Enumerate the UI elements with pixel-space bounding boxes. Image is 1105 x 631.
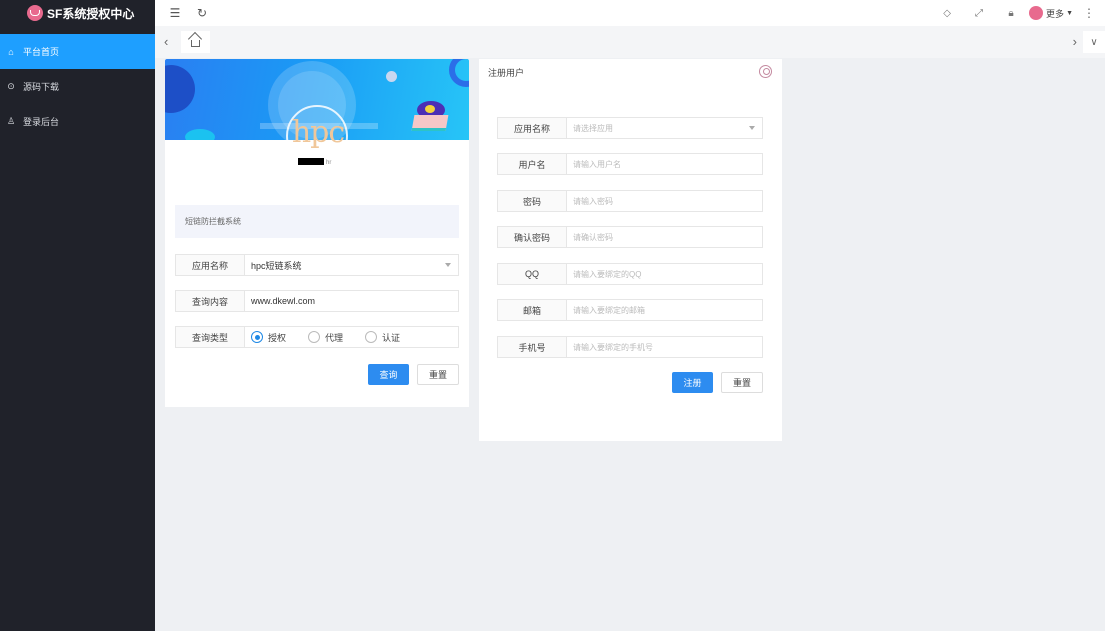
sidebar-item-label: 源码下载 [23,82,60,92]
app-logo: hpc [283,105,351,167]
query-type-radios: 授权 代理 认证 [245,327,458,347]
register-reset-button[interactable]: 重置 [721,372,763,393]
sidebar-item-admin-login[interactable]: ♙ 登录后台 [0,104,155,139]
field-label: QQ [498,264,567,284]
radio-unchecked-icon [365,331,378,343]
tag-icon[interactable]: ◇ [931,8,963,19]
query-type-label: 查询类型 [176,327,245,347]
header-right-tools: ◇ ⤢ 🔒︎ 更多 ▼ ⋮ [931,0,1095,26]
user-icon: ♙ [6,116,16,126]
email-input[interactable]: 请输入要绑定的邮箱 [567,300,762,320]
radio-agent[interactable]: 代理 [308,331,343,344]
tab-scroll-right-icon[interactable]: › [1073,34,1077,49]
radio-certification[interactable]: 认证 [365,331,400,344]
dropdown-caret-icon [749,126,755,130]
sidebar-item-label: 平台首页 [23,47,60,57]
reg-phone-field[interactable]: 手机号 请输入要绑定的手机号 [497,336,763,358]
qq-input[interactable]: 请输入要绑定的QQ [567,264,762,284]
app-description: 短链防拦截系统 [175,205,459,238]
chevron-down-icon: ∨ [1090,36,1098,48]
reg-confirm-password-field[interactable]: 确认密码 请确认密码 [497,226,763,248]
brand[interactable]: SF系统授权中心 [0,0,155,26]
field-label: 用户名 [498,154,567,174]
brand-title: SF系统授权中心 [47,6,135,21]
sidebar-item-source-download[interactable]: ⊙ 源码下载 [0,69,155,104]
home-icon: ⌂ [8,46,14,57]
add-user-icon [759,65,772,78]
sidebar: SF系统授权中心 ⌂ 平台首页 ⊙ 源码下载 ♙ 登录后台 [0,0,155,631]
reg-app-name-input[interactable]: 请选择应用 [567,118,762,138]
radio-authorization[interactable]: 授权 [251,331,286,344]
register-card: 注册用户 应用名称 请选择应用 用户名 请输入用户名 密码 请输入密码 确认密码… [479,59,782,441]
query-content-field[interactable]: 查询内容 www.dkewl.com [175,290,459,312]
avatar [1029,6,1044,20]
refresh-icon[interactable]: ↻ [195,6,209,20]
password-input[interactable]: 请输入密码 [567,191,762,211]
reg-app-name-select[interactable]: 应用名称 请选择应用 [497,117,763,139]
field-label: 密码 [498,191,567,211]
username-input[interactable]: 请输入用户名 [567,154,762,174]
home-icon [191,40,200,47]
query-content-input[interactable]: www.dkewl.com [245,291,458,311]
query-type-field: 查询类型 授权 代理 认证 [175,326,459,348]
query-button[interactable]: 查询 [368,364,409,385]
app-name-value[interactable]: hpc短链系统 [245,255,458,275]
tab-home[interactable] [181,31,210,53]
radio-unchecked-icon [308,331,321,343]
fullscreen-icon[interactable]: ⤢ [963,8,995,19]
app-name-label: 应用名称 [176,255,245,275]
query-content-label: 查询内容 [176,291,245,311]
app-name-select[interactable]: 应用名称 hpc短链系统 [175,254,459,276]
tab-bar: ‹ › ∨ [155,26,1105,58]
brand-logo-icon [27,5,43,21]
reg-username-field[interactable]: 用户名 请输入用户名 [497,153,763,175]
caret-down-icon: ▼ [1066,9,1073,17]
reset-button[interactable]: 重置 [417,364,459,385]
tab-scroll-left-icon[interactable]: ‹ [164,34,168,49]
register-button[interactable]: 注册 [672,372,713,393]
dropdown-caret-icon [445,263,451,267]
download-icon: ⊙ [7,81,15,91]
reg-email-field[interactable]: 邮箱 请输入要绑定的邮箱 [497,299,763,321]
menu-toggle-icon[interactable]: ☰ [168,6,182,20]
redacted-text [298,158,324,165]
field-label: 应用名称 [498,118,567,138]
radio-checked-icon [251,331,263,343]
more-label: 更多 [1046,8,1065,19]
tab-menu-dropdown[interactable]: ∨ [1083,31,1105,53]
field-label: 邮箱 [498,300,567,320]
phone-input[interactable]: 请输入要绑定的手机号 [567,337,762,357]
confirm-password-input[interactable]: 请确认密码 [567,227,762,247]
field-label: 确认密码 [498,227,567,247]
sidebar-item-home[interactable]: ⌂ 平台首页 [0,34,155,69]
reg-password-field[interactable]: 密码 请输入密码 [497,190,763,212]
top-header: ☰ ↻ ◇ ⤢ 🔒︎ 更多 ▼ ⋮ [155,0,1105,26]
more-dots-icon[interactable]: ⋮ [1083,6,1095,20]
caption-text: hr [326,160,332,166]
lock-icon[interactable]: 🔒︎ [995,8,1027,19]
reg-qq-field[interactable]: QQ 请输入要绑定的QQ [497,263,763,285]
sidebar-item-label: 登录后台 [23,117,60,127]
register-card-title: 注册用户 [488,68,525,78]
query-card: hpc hr 短链防拦截系统 应用名称 hpc短链系统 查询内容 www.dke… [165,59,469,407]
more-menu[interactable]: 更多 ▼ [1029,6,1073,20]
field-label: 手机号 [498,337,567,357]
